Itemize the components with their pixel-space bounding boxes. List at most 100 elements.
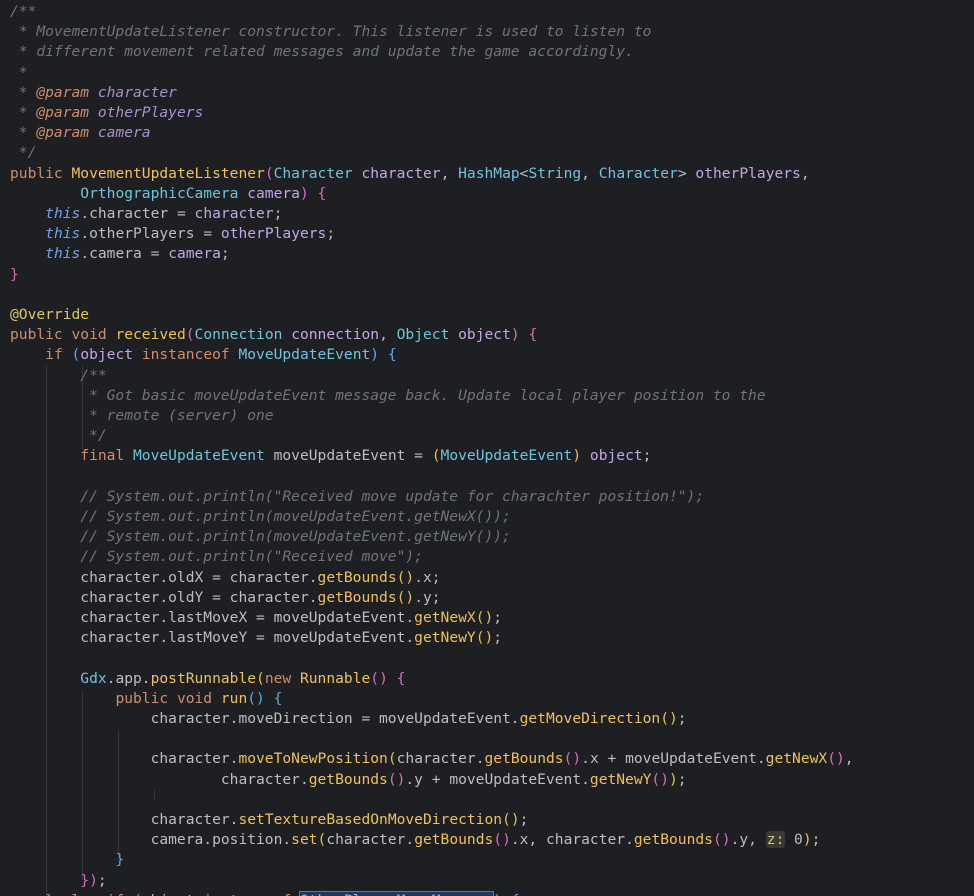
code-token: ()	[563, 750, 582, 768]
code-token: else if	[63, 892, 133, 896]
code-token: (	[71, 346, 81, 364]
code-token: object	[142, 892, 195, 896]
code-token: /**	[10, 366, 107, 384]
code-line[interactable]: */	[10, 143, 37, 163]
code-token: otherPlayers	[695, 164, 801, 182]
code-line[interactable]: *	[10, 63, 28, 83]
code-line[interactable]: public MovementUpdateListener(Character …	[10, 164, 810, 184]
code-line[interactable]: // System.out.println(moveUpdateEvent.ge…	[10, 507, 511, 527]
code-token: Runnable	[299, 669, 371, 687]
code-token: >	[677, 164, 696, 182]
code-token: ()	[651, 770, 669, 788]
code-line[interactable]: character.getBounds().y + moveUpdateEven…	[10, 770, 687, 790]
code-line[interactable]: this.camera = camera;	[10, 244, 230, 264]
code-token: .x + moveUpdateEvent.	[581, 750, 766, 768]
code-token: ()	[387, 770, 406, 788]
code-token: getNewX	[414, 609, 476, 626]
code-token: ()	[660, 710, 678, 727]
code-line[interactable]: * MovementUpdateListener constructor. Th…	[10, 22, 652, 42]
code-token: public void	[10, 326, 116, 344]
code-line[interactable]: public void run() {	[10, 689, 282, 709]
code-line[interactable]: * @param otherPlayers	[10, 103, 204, 123]
code-token: *	[10, 104, 37, 121]
code-token: character.oldX = character.	[10, 568, 318, 586]
code-line[interactable]: this.otherPlayers = otherPlayers;	[10, 224, 335, 244]
code-token: this	[45, 205, 81, 222]
code-token: */	[10, 427, 107, 445]
code-token: getBounds	[317, 588, 397, 606]
code-token: *	[10, 83, 37, 101]
code-token: // System.out.println(moveUpdateEvent.ge…	[10, 508, 511, 525]
code-line[interactable]: // System.out.println("Received move");	[10, 547, 423, 567]
code-token: ;	[677, 770, 687, 788]
code-line[interactable]: * different movement related messages an…	[10, 42, 634, 62]
code-token: ;	[642, 447, 652, 465]
code-line[interactable]: }	[10, 850, 124, 870]
code-token: character.lastMoveY = moveUpdateEvent.	[10, 629, 415, 647]
code-token: *	[10, 63, 28, 81]
code-token: new	[264, 669, 300, 687]
code-line[interactable]: * @param camera	[10, 123, 151, 143]
code-line[interactable]: // System.out.println(moveUpdateEvent.ge…	[10, 527, 511, 547]
code-token: final	[80, 447, 134, 465]
code-line[interactable]: });	[10, 871, 106, 891]
code-token: ) {	[370, 346, 397, 364]
code-line[interactable]: this.character = character;	[10, 204, 282, 224]
code-line[interactable]: if (object instanceof MoveUpdateEvent) {	[10, 345, 397, 365]
code-line[interactable]: @Override	[10, 305, 89, 325]
code-token: character.	[10, 770, 309, 788]
code-token: ;	[220, 245, 230, 263]
code-line[interactable]: * Got basic moveUpdateEvent message back…	[10, 386, 766, 406]
code-token: moveUpdateEvent =	[264, 447, 432, 465]
code-token: {	[317, 184, 327, 202]
code-token: getBounds	[308, 770, 388, 788]
code-editor[interactable]: /** * MovementUpdateListener constructor…	[0, 0, 974, 896]
code-line[interactable]: /**	[10, 366, 107, 386]
code-line[interactable]: character.oldX = character.getBounds().x…	[10, 568, 440, 588]
code-line[interactable]: character.moveToNewPosition(character.ge…	[10, 749, 854, 769]
code-token: (	[264, 164, 274, 182]
code-token: connection	[282, 326, 380, 344]
code-token: * MovementUpdateListener constructor. Th…	[10, 23, 652, 41]
code-line[interactable]: character.moveDirection = moveUpdateEven…	[10, 709, 687, 729]
code-line[interactable]: * remote (server) one	[10, 406, 274, 426]
code-token: /**	[10, 3, 37, 20]
code-token: )	[802, 831, 812, 849]
code-token: String	[528, 164, 582, 182]
code-line[interactable]: camera.position.set(character.getBounds(…	[10, 830, 820, 850]
code-token: * different movement related messages an…	[10, 43, 634, 61]
code-token: camera	[89, 124, 151, 142]
code-line[interactable]: public void received(Connection connecti…	[10, 325, 537, 345]
code-token: MoveUpdateEvent	[440, 447, 573, 465]
code-line[interactable]: character.oldY = character.getBounds().y…	[10, 588, 440, 608]
code-line[interactable]: } else if (object instanceof OtherPlayer…	[10, 890, 520, 896]
code-token: ;	[811, 831, 821, 849]
code-line[interactable]: }	[10, 265, 19, 285]
code-token: this	[45, 225, 81, 243]
code-token: instanceof	[133, 346, 239, 364]
code-token: }	[115, 851, 125, 869]
code-token: (	[185, 326, 195, 344]
code-token: getNewX	[765, 750, 828, 768]
code-token: .otherPlayers =	[80, 225, 221, 243]
code-line[interactable]: character.lastMoveY = moveUpdateEvent.ge…	[10, 628, 502, 648]
code-token: getBounds	[414, 831, 494, 849]
code-line[interactable]: Gdx.app.postRunnable(new Runnable() {	[10, 669, 405, 689]
code-line[interactable]: /**	[10, 2, 36, 22]
code-token: object	[80, 346, 134, 364]
code-line[interactable]: OrthographicCamera camera) {	[10, 184, 326, 204]
code-line[interactable]: */	[10, 426, 107, 446]
code-line[interactable]: * @param character	[10, 83, 177, 103]
code-token: character.oldY = character.	[10, 588, 318, 606]
code-token: @param	[36, 124, 90, 142]
code-token: Gdx	[80, 669, 107, 687]
code-line[interactable]: // System.out.println("Received move upd…	[10, 487, 704, 507]
code-line[interactable]: character.setTextureBasedOnMoveDirection…	[10, 810, 529, 830]
code-line[interactable]: character.lastMoveX = moveUpdateEvent.ge…	[10, 608, 502, 628]
code-line[interactable]: final MoveUpdateEvent moveUpdateEvent = …	[10, 446, 651, 466]
code-token: @param	[36, 104, 90, 121]
code-token: ) {	[493, 892, 519, 896]
